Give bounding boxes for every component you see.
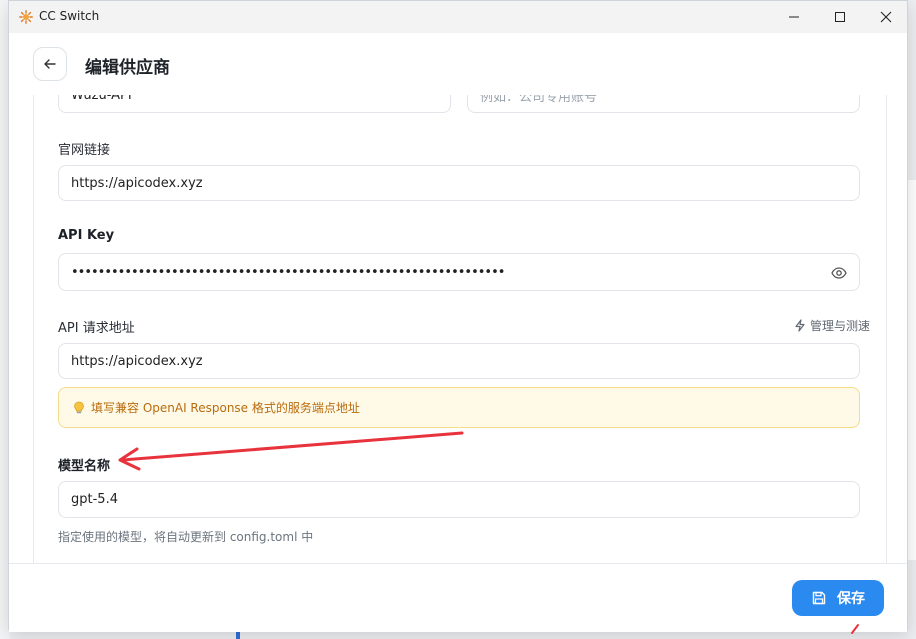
- page-title: 编辑供应商: [85, 58, 170, 78]
- save-button[interactable]: 保存: [792, 580, 884, 616]
- api-key-value: ••••••••••••••••••••••••••••••••••••••••…: [71, 264, 505, 280]
- endpoint-input[interactable]: https://apicodex.xyz: [58, 343, 860, 379]
- provider-note-input[interactable]: 例如：公司专用账号: [467, 95, 860, 113]
- maximize-button[interactable]: [817, 1, 863, 33]
- background-window-edge-right: [907, 180, 916, 560]
- api-key-label: API Key: [58, 228, 115, 243]
- minimize-icon: [789, 16, 799, 18]
- api-key-input[interactable]: ••••••••••••••••••••••••••••••••••••••••…: [58, 253, 860, 291]
- close-button[interactable]: [863, 1, 909, 33]
- title-bar: CC Switch: [9, 1, 907, 33]
- manage-speedtest-link[interactable]: 管理与测速: [794, 317, 870, 334]
- maximize-icon: [835, 12, 845, 22]
- provider-name-input[interactable]: Wuzu-API: [58, 95, 451, 113]
- app-logo-icon: [19, 10, 33, 24]
- minimize-button[interactable]: [771, 1, 817, 33]
- website-input[interactable]: https://apicodex.xyz: [58, 165, 860, 201]
- footer-bar: 保存: [9, 563, 907, 632]
- manage-speedtest-label: 管理与测速: [809, 319, 870, 333]
- app-window: CC Switch 编辑供应商 Wuzu-API 例如：公司专用账号 官网链接 …: [8, 0, 908, 632]
- endpoint-hint-text: 填写兼容 OpenAI Response 格式的服务端点地址: [91, 401, 360, 415]
- eye-icon[interactable]: [831, 266, 847, 280]
- lightbulb-icon: [74, 401, 84, 413]
- close-icon: [880, 11, 892, 23]
- endpoint-label: API 请求地址: [58, 321, 135, 336]
- page-header: 编辑供应商: [9, 33, 907, 95]
- save-icon: [812, 591, 826, 605]
- save-button-label: 保存: [837, 591, 865, 607]
- lightning-icon: [795, 319, 805, 332]
- form-scroll-area[interactable]: Wuzu-API 例如：公司专用账号 官网链接 https://apicodex…: [33, 95, 887, 563]
- endpoint-hint: 填写兼容 OpenAI Response 格式的服务端点地址: [58, 387, 860, 428]
- back-button[interactable]: [33, 47, 67, 81]
- model-name-input[interactable]: gpt-5.4: [58, 481, 860, 518]
- website-label: 官网链接: [58, 143, 111, 158]
- arrow-left-icon: [44, 59, 56, 69]
- window-title: CC Switch: [39, 9, 100, 23]
- model-name-label: 模型名称: [58, 459, 111, 474]
- model-helper-text: 指定使用的模型，将自动更新到 config.toml 中: [58, 530, 314, 544]
